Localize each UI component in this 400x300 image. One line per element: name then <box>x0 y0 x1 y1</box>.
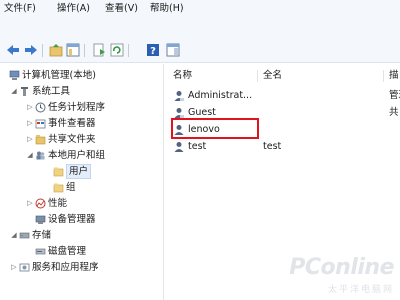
menu-file[interactable]: 文件(F) <box>4 2 36 15</box>
tree-event-viewer-label: 事件查看器 <box>48 118 96 129</box>
menu-action[interactable]: 操作(A) <box>57 2 90 15</box>
services-icon <box>19 263 30 272</box>
tree-storage[interactable]: ◢ 存储 <box>10 228 160 243</box>
highlight-box <box>171 118 259 139</box>
tree-groups[interactable]: 组 <box>44 180 162 195</box>
user-fullname: test <box>263 141 282 152</box>
device-manager-icon <box>35 215 46 224</box>
refresh-icon[interactable] <box>110 43 124 57</box>
tree-services-apps[interactable]: ▷ 服务和应用程序 <box>10 260 160 275</box>
tree-disk-management-label: 磁盘管理 <box>48 246 87 257</box>
user-icon <box>174 91 184 101</box>
watermark-logo: PConline <box>289 255 394 280</box>
tree-storage-label: 存储 <box>32 230 52 241</box>
expand-arrow-icon[interactable]: ▷ <box>26 132 34 147</box>
user-description: 管理 <box>389 90 400 101</box>
tools-icon <box>21 87 28 96</box>
user-icon <box>174 142 184 152</box>
user-description: 共 <box>389 107 399 118</box>
tree-performance[interactable]: ▷ 性能 <box>26 196 162 211</box>
shared-folder-icon <box>35 135 46 145</box>
up-folder-icon[interactable] <box>49 43 63 57</box>
menu-bar: 文件(F) 操作(A) 查看(V) 帮助(H) <box>0 0 400 17</box>
toolbar-separator <box>84 44 85 57</box>
tree-users-label: 用户 <box>66 164 92 179</box>
column-separator[interactable] <box>257 70 258 82</box>
column-fullname[interactable]: 全名 <box>263 68 282 84</box>
tree-services-apps-label: 服务和应用程序 <box>32 262 99 273</box>
forward-icon[interactable] <box>24 43 38 57</box>
storage-icon <box>19 232 30 239</box>
disk-icon <box>35 248 46 255</box>
toolbar: ? <box>0 17 400 63</box>
tree-root-label: 计算机管理(本地) <box>22 70 96 81</box>
show-hide-tree-icon[interactable] <box>66 43 80 57</box>
tree-groups-label: 组 <box>66 182 76 193</box>
folder-icon <box>53 183 64 193</box>
user-name: test <box>188 141 207 152</box>
list-header: 名称 全名 描 <box>173 68 399 84</box>
column-separator[interactable] <box>383 70 384 82</box>
folder-icon <box>53 167 64 177</box>
collapse-arrow-icon[interactable]: ◢ <box>26 148 34 163</box>
tree-task-scheduler-label: 任务计划程序 <box>48 102 106 113</box>
watermark: PConline 太平洋电脑网 <box>289 255 400 300</box>
event-viewer-icon <box>35 119 46 129</box>
menu-help[interactable]: 帮助(H) <box>150 2 184 15</box>
tree-local-users-groups-label: 本地用户和组 <box>48 150 106 161</box>
expand-arrow-icon[interactable]: ▷ <box>26 100 34 115</box>
tree-local-users-groups[interactable]: ◢ 本地用户和组 <box>26 148 162 163</box>
clock-icon <box>35 102 46 113</box>
tree-shared-folders[interactable]: ▷ 共享文件夹 <box>26 132 162 147</box>
tree-device-manager[interactable]: 设备管理器 <box>26 212 162 227</box>
toolbar-separator <box>42 44 43 57</box>
help-icon[interactable]: ? <box>146 43 160 57</box>
collapse-arrow-icon[interactable]: ◢ <box>10 84 18 99</box>
computer-icon <box>9 70 20 80</box>
user-name: Administrat... <box>188 90 253 101</box>
collapse-arrow-icon[interactable]: ◢ <box>10 228 18 243</box>
tree-device-manager-label: 设备管理器 <box>48 214 96 225</box>
action-pane-icon[interactable] <box>166 43 180 57</box>
list-item-administrator[interactable]: Administrat... 管理 <box>173 88 400 104</box>
list-item-test[interactable]: test test <box>173 139 398 155</box>
tree-root[interactable]: 计算机管理(本地) <box>0 68 160 83</box>
tree-performance-label: 性能 <box>48 198 68 209</box>
svg-text:?: ? <box>150 46 156 57</box>
column-description[interactable]: 描 <box>389 68 399 84</box>
tree-users[interactable]: 用户 <box>44 164 162 179</box>
users-group-icon <box>36 151 45 160</box>
performance-icon <box>35 198 46 209</box>
tree-shared-folders-label: 共享文件夹 <box>48 134 96 145</box>
column-name[interactable]: 名称 <box>173 68 192 84</box>
toolbar-separator <box>128 44 129 57</box>
navigation-tree: 计算机管理(本地) ◢ 系统工具 ▷ 任务计划程序 ▷ 事件查看器 ▷ 共享文件… <box>0 64 164 300</box>
expand-arrow-icon[interactable]: ▷ <box>26 116 34 131</box>
expand-arrow-icon[interactable]: ▷ <box>10 260 18 275</box>
tree-task-scheduler[interactable]: ▷ 任务计划程序 <box>26 100 162 115</box>
back-icon[interactable] <box>6 43 20 57</box>
tree-system-tools-label: 系统工具 <box>32 86 71 97</box>
expand-arrow-icon[interactable]: ▷ <box>26 196 34 211</box>
menu-view[interactable]: 查看(V) <box>105 2 138 15</box>
export-list-icon[interactable] <box>92 43 106 57</box>
tree-system-tools[interactable]: ◢ 系统工具 <box>10 84 160 99</box>
watermark-subtitle: 太平洋电脑网 <box>327 285 394 295</box>
tree-disk-management[interactable]: 磁盘管理 <box>26 244 162 259</box>
tree-event-viewer[interactable]: ▷ 事件查看器 <box>26 116 162 131</box>
